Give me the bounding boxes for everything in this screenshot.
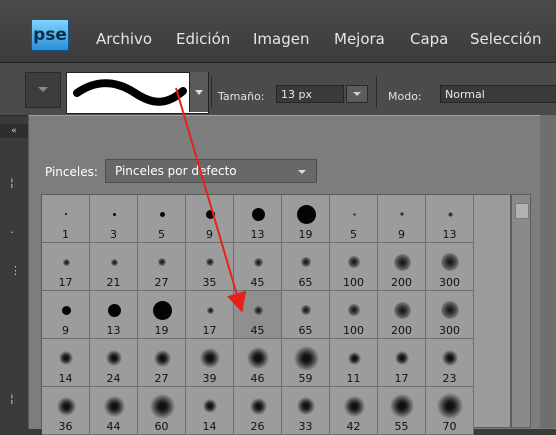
annotation-arrow — [175, 87, 247, 313]
